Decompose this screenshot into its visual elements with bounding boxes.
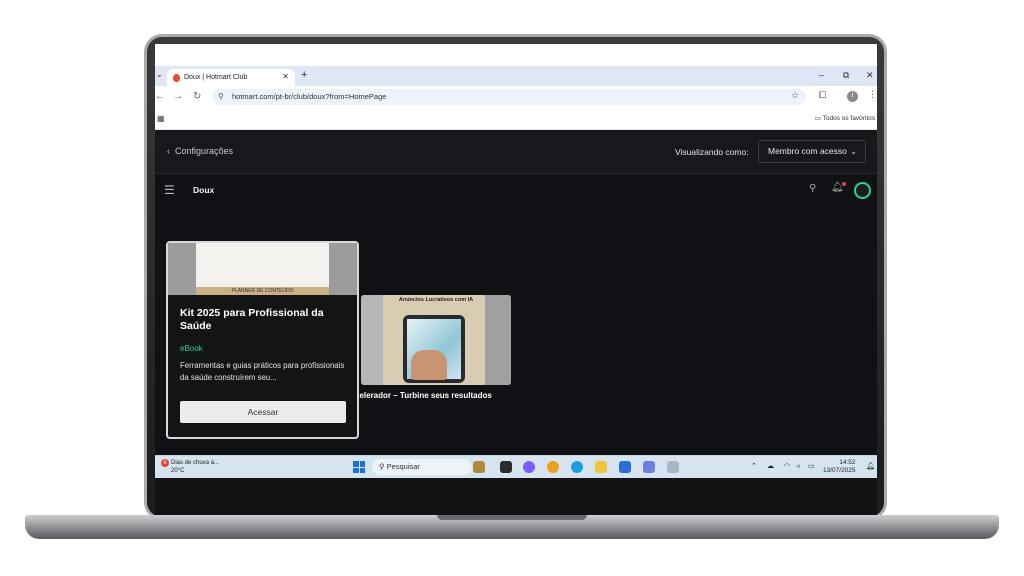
viewing-as-select[interactable]: Membro com acesso ⌄ — [758, 140, 866, 163]
content-card-title[interactable]: celerador – Turbine seus resultados — [355, 391, 492, 400]
user-avatar[interactable] — [854, 182, 871, 199]
browser-menu-icon[interactable]: ⋮ — [868, 89, 877, 100]
browser-toolbar: ← → ↻ ⚲ hotmart.com/pt-br/club/doux?from… — [155, 86, 877, 108]
card-type-label: eBook — [180, 344, 203, 353]
restore-icon[interactable]: ⧉ — [843, 70, 849, 81]
notification-dot — [841, 182, 846, 186]
volume-icon[interactable]: ◃ — [796, 462, 800, 470]
club-header: ☰ Doux ⚲ 🔔︎ — [155, 174, 877, 208]
hand-image — [411, 350, 447, 380]
config-back-link[interactable]: ‹ Configurações — [167, 146, 233, 156]
tab-close-icon[interactable]: ✕ — [282, 72, 289, 81]
photos-icon[interactable] — [643, 461, 655, 473]
chevron-down-icon: ⌄ — [850, 147, 857, 156]
forward-icon[interactable]: → — [173, 91, 183, 102]
extensions-icon[interactable]: ⧠ — [819, 90, 826, 101]
laptop-mockup: ⌄ Doux | Hotmart Club ✕ + – ⧉ ✕ ← → ↻ ⚲ … — [0, 0, 1024, 576]
file-explorer-icon[interactable] — [595, 461, 607, 473]
apps-grid-icon[interactable]: ▦ — [157, 114, 165, 123]
store-icon[interactable] — [619, 461, 631, 473]
window-close-icon[interactable]: ✕ — [866, 70, 874, 81]
club-name: Doux — [193, 185, 215, 195]
card-title: Kit 2025 para Profissional da Saúde — [180, 307, 324, 332]
wifi-icon[interactable]: ◠ — [784, 462, 790, 470]
notifications-icon[interactable]: 🔔︎ — [866, 462, 875, 470]
card-thumb-title: Anúncios Lucrativos com IA — [398, 297, 474, 303]
planner-cover-image: PLANNER DE CONTEÚDO — [196, 243, 329, 295]
profile-avatar[interactable]: I — [847, 91, 858, 102]
taskbar-clock[interactable]: 14:52 13/07/2025 — [823, 459, 856, 475]
card-thumb-edge — [361, 295, 383, 385]
weather-widget[interactable]: 6 Dias de chuva à... 20°C — [161, 459, 219, 475]
chevron-left-icon: ‹ — [167, 146, 170, 156]
viewing-as-value: Membro com acesso — [768, 146, 847, 156]
tray-overflow-icon[interactable]: ⌃ — [751, 462, 757, 470]
back-icon[interactable]: ← — [155, 91, 165, 102]
browser-tabstrip: ⌄ Doux | Hotmart Club ✕ + – ⧉ ✕ — [155, 66, 877, 86]
config-back-label: Configurações — [175, 146, 234, 156]
edge-icon[interactable] — [571, 461, 583, 473]
all-bookmarks-label: Todos os favoritos — [822, 115, 875, 122]
chrome-icon[interactable] — [547, 461, 559, 473]
notepad-icon[interactable] — [667, 461, 679, 473]
screen-top-border — [155, 44, 877, 66]
landscape-widget-icon[interactable] — [473, 461, 485, 473]
weather-temp: 20°C — [171, 468, 185, 474]
viewing-as-label: Visualizando como: — [675, 147, 749, 157]
weather-text: Dias de chuva à... — [171, 460, 220, 466]
windows-taskbar: 6 Dias de chuva à... 20°C ⚲ Pesquisar ⌃ ☁… — [155, 455, 877, 478]
laptop-lower-bezel — [155, 478, 877, 516]
card-thumbnail: PLANNER DE CONTEÚDO — [168, 243, 357, 295]
card-description: Ferramentas e guias práticos para profis… — [180, 361, 345, 382]
site-settings-icon[interactable]: ⚲ — [218, 89, 224, 105]
access-button[interactable]: Acessar — [180, 401, 346, 423]
content-card-thumbnail[interactable]: Anúncios Lucrativos com IA — [361, 295, 511, 385]
content-card-expanded[interactable]: PLANNER DE CONTEÚDO Kit 2025 para Profis… — [166, 241, 359, 439]
planner-cover-strip: PLANNER DE CONTEÚDO — [196, 287, 329, 295]
search-icon[interactable]: ⚲ — [809, 183, 816, 194]
taskbar-search-label: Pesquisar — [386, 462, 420, 471]
taskbar-search[interactable]: ⚲ Pesquisar — [372, 459, 472, 475]
laptop-notch — [437, 515, 587, 520]
battery-icon[interactable]: ▭ — [808, 462, 815, 470]
new-tab-button[interactable]: + — [301, 69, 307, 81]
browser-tab[interactable]: Doux | Hotmart Club ✕ — [167, 69, 295, 86]
task-view-icon[interactable] — [500, 461, 512, 473]
all-bookmarks-link[interactable]: ▭ Todos os favoritos — [815, 114, 875, 122]
clock-time: 14:52 — [839, 459, 856, 466]
weather-badge: 6 — [161, 459, 169, 467]
address-bar[interactable]: ⚲ hotmart.com/pt-br/club/doux?from=HomeP… — [212, 89, 806, 105]
tab-search-icon[interactable]: ⌄ — [156, 70, 163, 79]
laptop-screen: ⌄ Doux | Hotmart Club ✕ + – ⧉ ✕ ← → ↻ ⚲ … — [155, 44, 877, 478]
clock-date: 13/07/2025 — [823, 467, 856, 474]
menu-icon[interactable]: ☰ — [164, 183, 175, 197]
copilot-icon[interactable] — [523, 461, 535, 473]
windows-start-icon[interactable] — [353, 461, 365, 473]
notification-bell-icon[interactable]: 🔔︎ — [831, 182, 846, 193]
config-bar: ‹ Configurações Visualizando como: Membr… — [155, 130, 877, 174]
minimize-icon[interactable]: – — [819, 70, 824, 80]
reload-icon[interactable]: ↻ — [193, 91, 201, 102]
hotmart-favicon-icon — [173, 73, 180, 82]
card-thumb-edge — [485, 295, 511, 385]
tab-title: Doux | Hotmart Club — [184, 74, 248, 81]
bookmark-star-icon[interactable]: ☆ — [791, 90, 799, 101]
url-text: hotmart.com/pt-br/club/doux?from=HomePag… — [232, 92, 387, 101]
tray-app-icon[interactable]: ☁ — [767, 462, 774, 470]
bookmarks-bar: ▦ ▭ Todos os favoritos — [155, 108, 877, 130]
